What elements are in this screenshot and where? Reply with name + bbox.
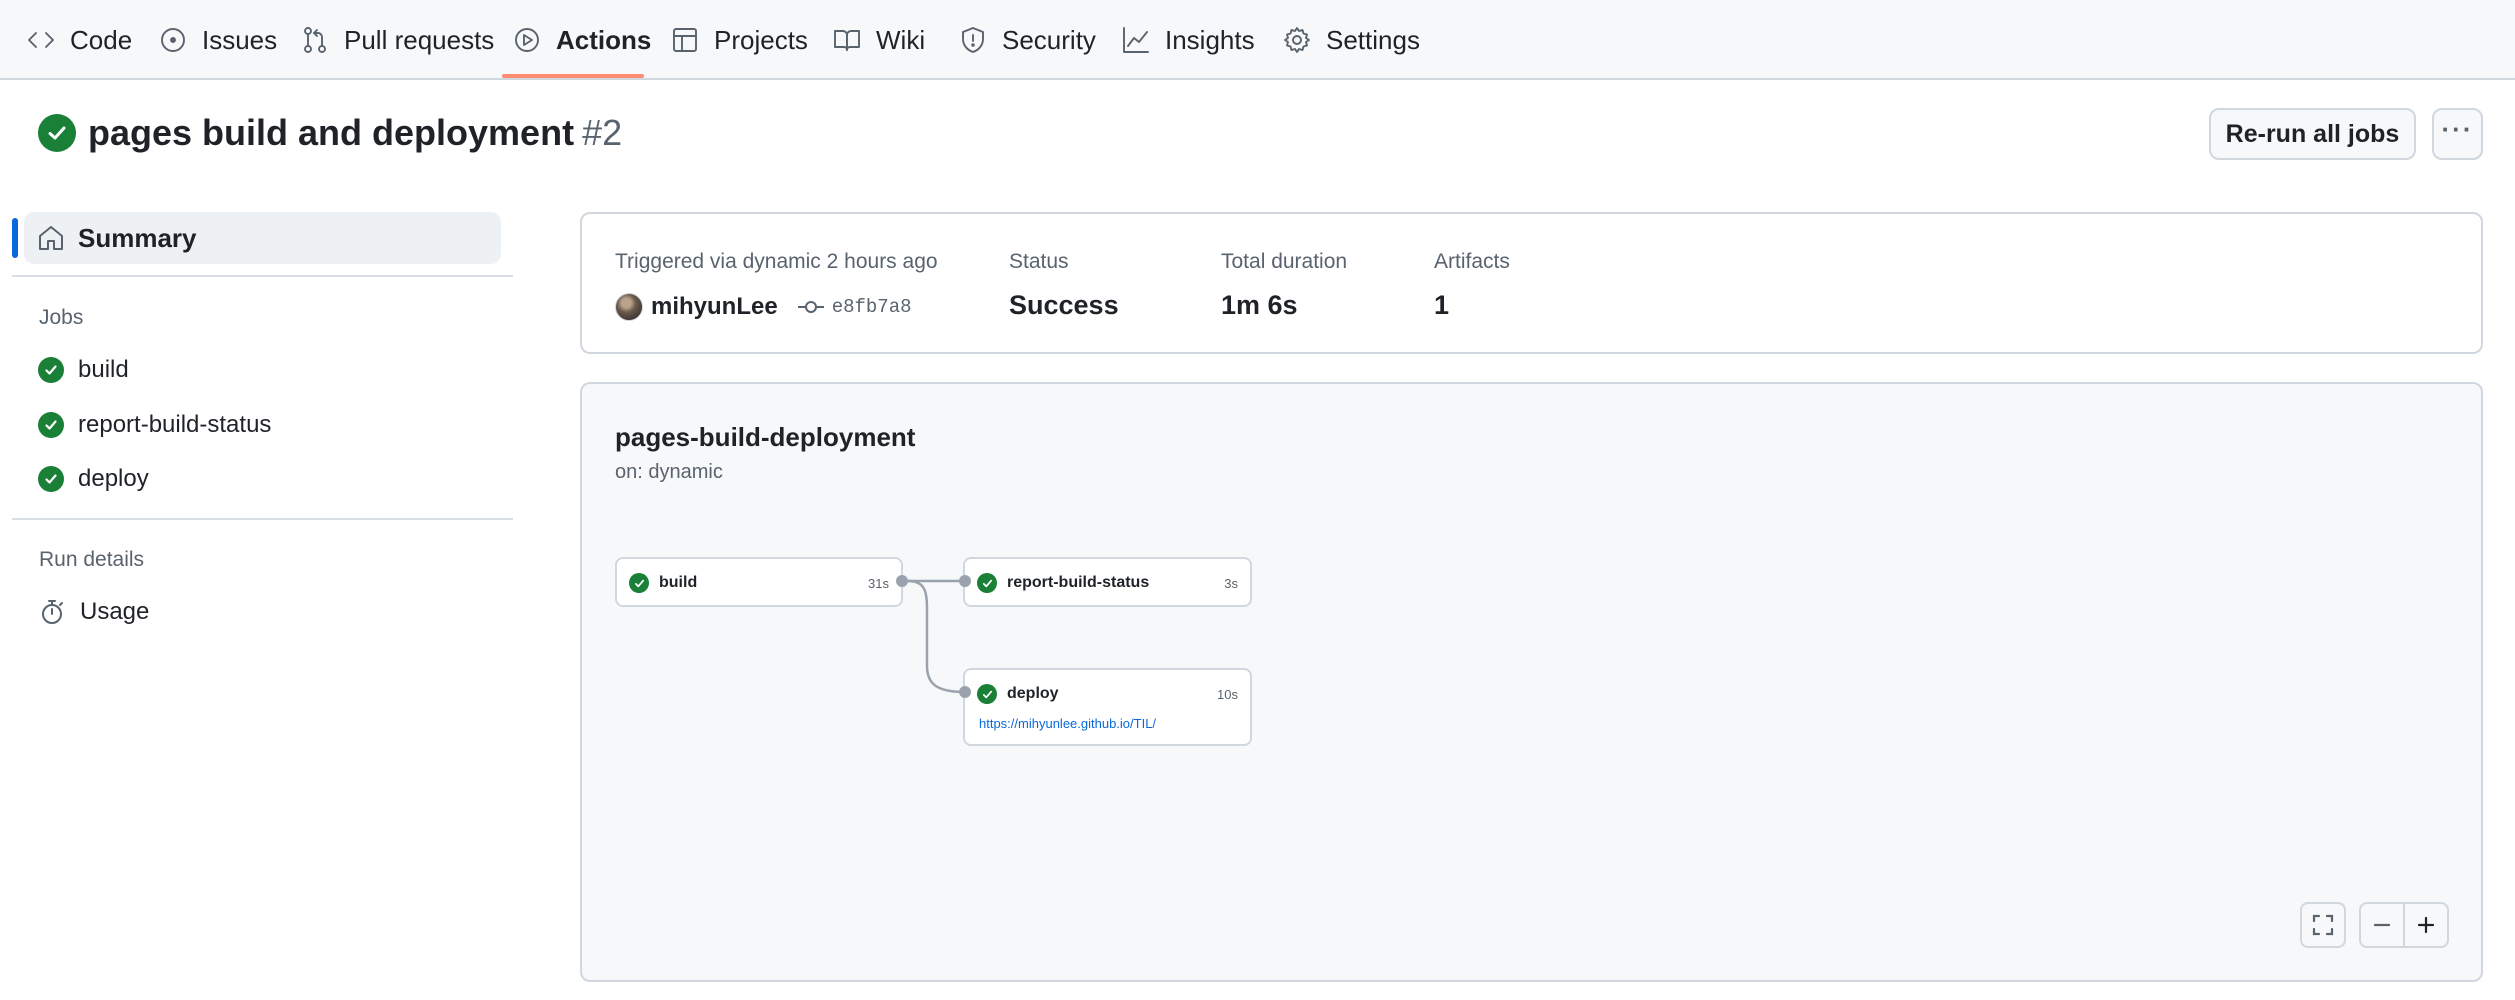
run-title-text: pages build and deployment — [88, 112, 575, 153]
connector-dot — [959, 686, 971, 698]
workflow-name: pages-build-deployment — [615, 422, 916, 452]
tab-wiki-label: Wiki — [876, 24, 926, 55]
tab-pull-requests[interactable]: Pull requests — [300, 0, 494, 80]
home-icon — [36, 223, 66, 253]
job-connector-lines — [902, 579, 966, 694]
screen-full-icon — [2312, 914, 2334, 936]
tab-actions-label: Actions — [556, 24, 652, 55]
zoom-in-button[interactable] — [2403, 902, 2449, 948]
commit-sha-link[interactable]: e8fb7a8 — [832, 296, 912, 318]
artifacts-value[interactable]: 1 — [1434, 290, 1449, 321]
zoom-out-button[interactable] — [2359, 902, 2405, 948]
connector-dot — [959, 575, 971, 587]
job-duration: 3s — [1224, 575, 1238, 591]
tab-pull-requests-label: Pull requests — [344, 24, 495, 55]
shield-icon — [958, 25, 988, 55]
git-pull-request-icon — [300, 25, 330, 55]
tab-insights[interactable]: Insights — [1121, 0, 1255, 80]
graph-job-build[interactable]: build 31s — [615, 557, 903, 607]
workflow-graph: pages-build-deployment on: dynamic build… — [580, 382, 2483, 982]
deployment-url-link[interactable]: https://mihyunlee.github.io/TIL/ — [979, 716, 1156, 731]
job-duration: 31s — [868, 575, 889, 591]
git-commit-icon — [797, 297, 824, 317]
page-title: pages build and deployment #2 — [88, 112, 622, 154]
tab-settings-label: Settings — [1326, 24, 1420, 55]
dash-icon — [2373, 923, 2391, 927]
kebab-horizontal-icon: ··· — [2441, 114, 2474, 144]
status-value: Success — [1009, 290, 1119, 320]
sidebar-run-details-heading: Run details — [39, 548, 145, 571]
trigger-text: Triggered via dynamic 2 hours ago — [615, 250, 938, 273]
gear-icon — [1282, 25, 1312, 55]
check-circle-icon — [629, 573, 649, 593]
duration-value: 1m 6s — [1221, 290, 1298, 320]
tab-projects-label: Projects — [714, 24, 808, 55]
artifacts-label: Artifacts — [1434, 250, 1510, 273]
sidebar-item-usage[interactable]: Usage — [38, 592, 149, 632]
sidebar-divider — [12, 275, 513, 277]
graph-job-report-build-status[interactable]: report-build-status 3s — [963, 557, 1252, 607]
workflow-trigger: on: dynamic — [615, 461, 723, 483]
tab-settings[interactable]: Settings — [1282, 0, 1420, 80]
sidebar-item-summary[interactable]: Summary — [24, 212, 501, 264]
issue-opened-icon — [158, 25, 188, 55]
plus-icon — [2417, 916, 2435, 934]
tab-issues-label: Issues — [202, 24, 278, 55]
avatar[interactable] — [615, 293, 643, 321]
repo-nav: Code Issues Pull requests Actions Projec… — [0, 0, 2515, 80]
sidebar-job-build[interactable]: build — [38, 350, 129, 390]
tab-security-label: Security — [1002, 24, 1096, 55]
run-success-icon — [38, 114, 76, 152]
graph-job-deploy[interactable]: deploy 10s https://mihyunlee.github.io/T… — [963, 668, 1252, 746]
check-circle-icon — [38, 357, 64, 383]
rerun-all-jobs-button[interactable]: Re-run all jobs — [2209, 108, 2416, 160]
tab-projects[interactable]: Projects — [670, 0, 808, 80]
graph-icon — [1121, 25, 1151, 55]
run-number: #2 — [582, 112, 623, 153]
sidebar-job-label: build — [78, 356, 129, 383]
sidebar-active-indicator — [12, 218, 18, 258]
actor-name[interactable]: mihyunLee — [651, 293, 778, 321]
job-name: report-build-status — [1007, 574, 1150, 591]
job-duration: 10s — [1217, 686, 1238, 702]
tab-actions[interactable]: Actions — [512, 0, 651, 80]
connector-dot — [896, 575, 908, 587]
book-icon — [832, 25, 862, 55]
tab-security[interactable]: Security — [958, 0, 1096, 80]
check-circle-icon — [977, 684, 997, 704]
job-name: build — [659, 574, 698, 591]
check-circle-icon — [977, 573, 997, 593]
run-actor: mihyunLee e8fb7a8 — [615, 290, 912, 324]
job-name: deploy — [1007, 685, 1059, 702]
sidebar-job-label: report-build-status — [78, 411, 272, 438]
sidebar-job-report-build-status[interactable]: report-build-status — [38, 405, 271, 445]
fullscreen-button[interactable] — [2300, 902, 2346, 948]
more-options-button[interactable]: ··· — [2432, 108, 2483, 160]
sidebar-job-label: deploy — [78, 465, 149, 492]
sidebar-divider — [12, 518, 513, 520]
tab-code-label: Code — [70, 24, 133, 55]
check-circle-icon — [38, 466, 64, 492]
status-label: Status — [1009, 250, 1069, 273]
sidebar-jobs-heading: Jobs — [39, 306, 84, 329]
tab-insights-label: Insights — [1165, 24, 1255, 55]
code-icon — [26, 25, 56, 55]
duration-label: Total duration — [1221, 250, 1348, 273]
check-circle-icon — [38, 412, 64, 438]
tab-wiki[interactable]: Wiki — [832, 0, 925, 80]
table-icon — [670, 25, 700, 55]
tab-code[interactable]: Code — [26, 0, 132, 80]
active-tab-indicator — [502, 74, 644, 78]
sidebar-usage-label: Usage — [80, 598, 150, 625]
stopwatch-icon — [42, 600, 63, 624]
tab-issues[interactable]: Issues — [158, 0, 277, 80]
play-icon — [512, 25, 542, 55]
sidebar-summary-label: Summary — [78, 222, 197, 253]
sidebar-job-deploy[interactable]: deploy — [38, 459, 149, 499]
run-summary-card: Triggered via dynamic 2 hours ago mihyun… — [580, 212, 2483, 354]
